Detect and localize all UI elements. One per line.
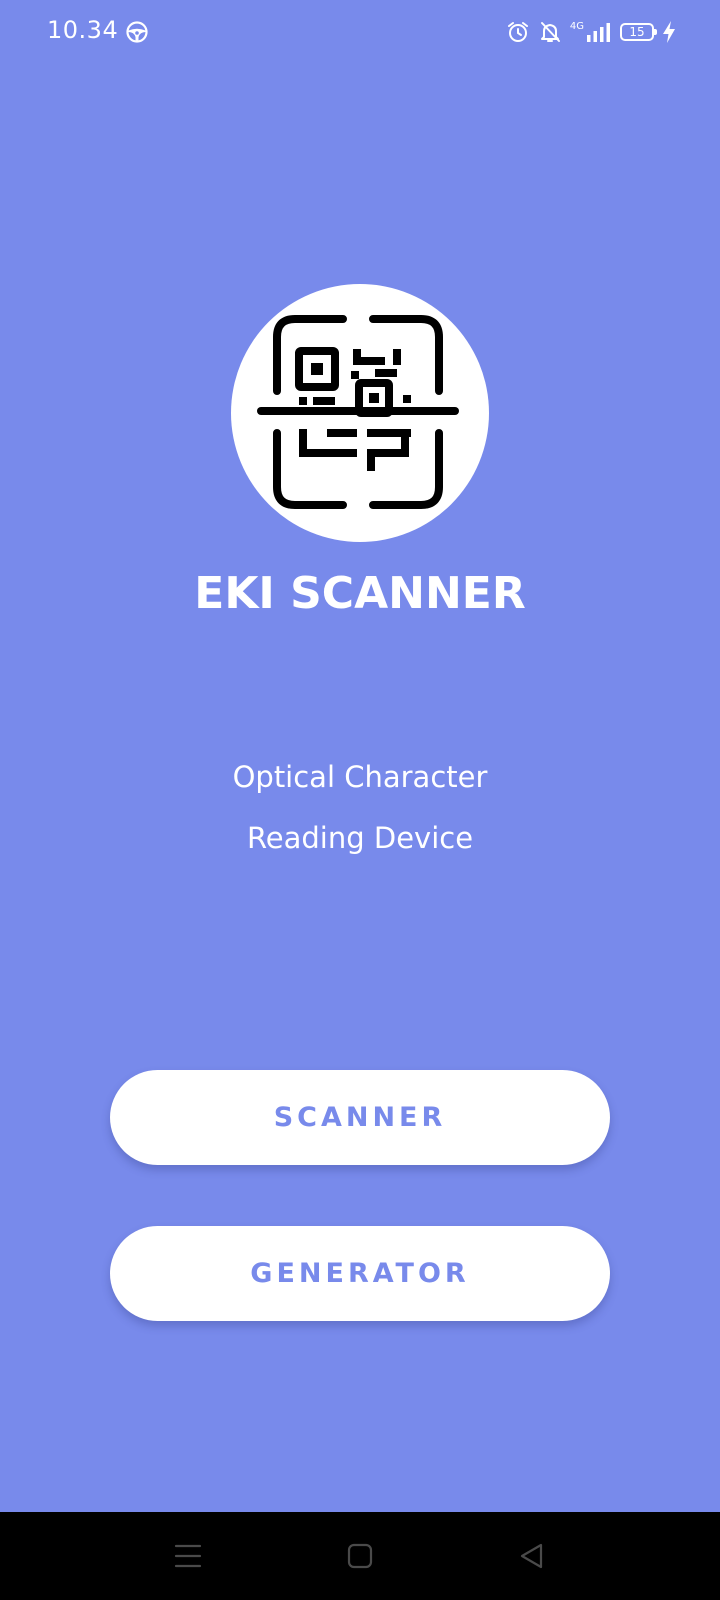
status-bar: 10.34 4G 15	[0, 0, 720, 64]
generator-button-label: GENERATOR	[250, 1258, 470, 1289]
scanner-button[interactable]: SCANNER	[110, 1070, 610, 1165]
battery-icon: 15	[620, 23, 657, 41]
charging-icon	[662, 20, 676, 44]
alarm-icon	[506, 20, 530, 44]
generator-button[interactable]: GENERATOR	[110, 1226, 610, 1321]
battery-level: 15	[629, 25, 645, 39]
bell-muted-icon	[538, 20, 562, 44]
menu-icon[interactable]	[170, 1538, 206, 1574]
network-type: 4G	[569, 21, 584, 32]
back-icon[interactable]	[514, 1538, 550, 1574]
subtitle-line2: Reading Device	[246, 821, 474, 855]
signal-icon: 4G	[570, 21, 612, 43]
subtitle-line1: Optical Character	[232, 760, 488, 794]
status-time: 10.34	[47, 16, 119, 44]
navigation-bar	[0, 1512, 720, 1600]
steering-wheel-icon	[126, 21, 148, 43]
status-icons: 4G 15	[506, 18, 676, 46]
app-title: EKI SCANNER	[194, 568, 526, 619]
scanner-button-label: SCANNER	[273, 1102, 447, 1133]
home-icon[interactable]	[342, 1538, 378, 1574]
qr-scan-icon	[255, 311, 465, 515]
app-logo	[231, 284, 489, 542]
